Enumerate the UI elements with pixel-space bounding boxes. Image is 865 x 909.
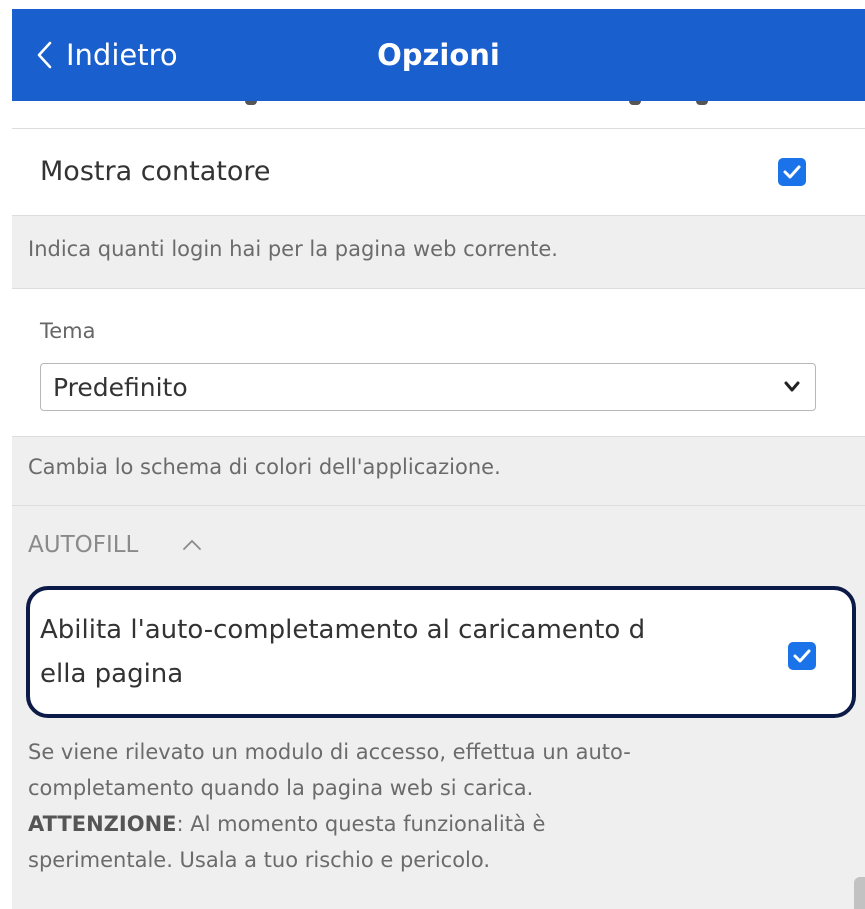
chevron-up-icon[interactable] <box>181 538 203 552</box>
header-bar: Indietro Opzioni <box>12 9 865 101</box>
theme-select[interactable]: Predefinito <box>40 363 816 411</box>
glyph-remnant <box>629 101 641 105</box>
show-counter-description: Indica quanti login hai per la pagina we… <box>28 237 558 261</box>
description-line: sperimentale. Usala a tuo rischio e peri… <box>28 848 491 872</box>
warning-text: : Al momento questa funzionalità è <box>176 812 546 836</box>
autofill-on-load-row[interactable]: Abilita l'auto-completamento al caricame… <box>26 586 856 718</box>
glyph-remnant <box>696 101 708 105</box>
show-counter-checkbox[interactable] <box>778 158 806 186</box>
checkmark-icon <box>783 165 801 179</box>
chevron-down-icon <box>784 381 800 392</box>
theme-description: Cambia lo schema di colori dell'applicaz… <box>28 455 501 479</box>
warning-line: ATTENZIONE: Al momento questa funzionali… <box>28 806 838 842</box>
description-line: completamento quando la pagina web si ca… <box>28 776 534 800</box>
glyph-remnant <box>245 101 257 105</box>
checkmark-icon <box>793 649 811 663</box>
theme-row: Tema Predefinito <box>12 288 865 437</box>
show-counter-row[interactable]: Mostra contatore <box>12 128 865 216</box>
scrollbar-thumb[interactable] <box>854 877 865 909</box>
autofill-on-load-description: Se viene rilevato un modulo di accesso, … <box>28 734 838 878</box>
autofill-on-load-label-line1: Abilita l'auto-completamento al caricame… <box>40 615 646 645</box>
scrolled-previous-row <box>12 101 865 130</box>
show-counter-label: Mostra contatore <box>40 156 271 187</box>
theme-label: Tema <box>40 319 96 343</box>
autofill-section-header[interactable]: AUTOFILL <box>12 505 865 589</box>
autofill-on-load-label-line2: ella pagina <box>40 659 184 689</box>
autofill-on-load-checkbox[interactable] <box>788 642 816 670</box>
autofill-section-title: AUTOFILL <box>28 532 139 558</box>
description-line: Se viene rilevato un modulo di accesso, … <box>28 740 631 764</box>
page-title: Opzioni <box>377 38 500 72</box>
autofill-on-load-label: Abilita l'auto-completamento al caricame… <box>40 608 645 696</box>
theme-select-value: Predefinito <box>53 372 188 402</box>
warning-label: ATTENZIONE <box>28 812 177 836</box>
options-panel: Indietro Opzioni Mostra contatore Indica… <box>12 9 865 909</box>
